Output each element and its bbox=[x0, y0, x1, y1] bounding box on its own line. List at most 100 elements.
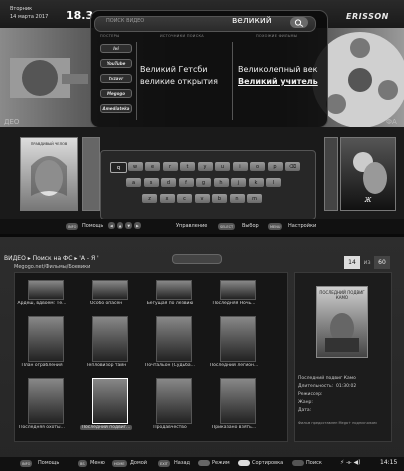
home-button[interactable]: HOME bbox=[112, 460, 127, 467]
video-title: Ардеш, вдвоём: Те... bbox=[17, 301, 67, 306]
video-title: Бегущая по лезвию bbox=[146, 301, 194, 306]
date-display: Вторник 14 марта 2017 bbox=[10, 5, 48, 21]
page-of: из bbox=[363, 259, 371, 266]
poster-partial[interactable] bbox=[324, 137, 338, 211]
video-thumb[interactable] bbox=[28, 280, 64, 300]
key-l[interactable]: l bbox=[266, 178, 281, 187]
video-thumb[interactable] bbox=[28, 378, 64, 424]
page-total: 60 bbox=[374, 256, 390, 269]
sort-button[interactable] bbox=[238, 460, 250, 466]
video-thumb[interactable] bbox=[28, 316, 64, 362]
result-left-1[interactable]: Великий Гетсби bbox=[140, 64, 208, 75]
key-x[interactable]: x bbox=[159, 194, 175, 203]
provider-youtube[interactable]: YouTube bbox=[100, 59, 132, 68]
help-label: Помощь bbox=[38, 460, 60, 466]
provider-note: Фильм предоставлен Mega+ подписчикам bbox=[298, 421, 377, 425]
arrow-down-icon[interactable]: ▼ bbox=[125, 222, 133, 229]
key-c[interactable]: c bbox=[177, 194, 192, 203]
bs-button[interactable]: BS bbox=[78, 460, 87, 467]
film-roll-decoration bbox=[10, 58, 88, 98]
genre-label: Жанр: bbox=[298, 400, 313, 405]
col-header-similar: ПОХОЖИЕ ФИЛЬМЫ bbox=[256, 34, 298, 38]
poster-art: Ж bbox=[353, 152, 387, 204]
result-right-1[interactable]: Великолепный век bbox=[238, 64, 317, 75]
search-input[interactable] bbox=[172, 254, 222, 264]
key-i[interactable]: i bbox=[232, 162, 248, 171]
path-label: Megogo.net/Фильмы/Боевики bbox=[14, 264, 91, 270]
key-k[interactable]: k bbox=[248, 178, 264, 187]
video-thumb[interactable] bbox=[220, 378, 256, 424]
key-u[interactable]: u bbox=[215, 162, 230, 171]
key-t[interactable]: t bbox=[180, 162, 195, 171]
video-thumb-selected[interactable] bbox=[92, 378, 128, 424]
sort-label: Сортировка bbox=[252, 460, 284, 466]
director-label: Режиссер: bbox=[298, 392, 323, 397]
video-title: Почтальон (Судьба... bbox=[145, 363, 195, 368]
key-b[interactable]: b bbox=[212, 194, 227, 203]
settings-label: Настройки bbox=[288, 223, 317, 229]
video-thumb[interactable] bbox=[156, 280, 192, 300]
key-p[interactable]: p bbox=[267, 162, 283, 171]
info-button[interactable]: INFO bbox=[20, 460, 33, 467]
provider-tvzavr[interactable]: tvzavr bbox=[100, 74, 132, 83]
video-thumb[interactable] bbox=[92, 316, 128, 362]
key-e[interactable]: e bbox=[145, 162, 160, 171]
result-right-2-selected[interactable]: Великий учитель bbox=[238, 76, 318, 87]
select-button[interactable]: SELECT bbox=[218, 223, 236, 230]
video-title: План ограбления bbox=[21, 363, 63, 368]
video-thumb[interactable] bbox=[92, 280, 128, 300]
poster-partial[interactable] bbox=[82, 137, 100, 211]
video-title: Продавчество bbox=[153, 425, 187, 430]
key-f[interactable]: f bbox=[178, 178, 194, 187]
nav-arrows[interactable]: ◀ ▲ ▼ ▶ bbox=[108, 222, 141, 229]
mode-button[interactable] bbox=[198, 460, 210, 466]
divider bbox=[232, 42, 233, 120]
status-icons: ⚡ ⟛ ◀) bbox=[340, 459, 360, 467]
video-thumb[interactable] bbox=[156, 316, 192, 362]
search-icon bbox=[294, 18, 304, 27]
search-label: ПОИСК ВИДЕО bbox=[106, 18, 145, 24]
col-header-sources: ИСТОЧНИКИ ПОИСКА bbox=[160, 34, 204, 38]
key-q[interactable]: q bbox=[110, 162, 127, 173]
video-title: Последний подвиг... bbox=[80, 425, 132, 430]
search-button[interactable] bbox=[290, 17, 308, 28]
svg-text:Ж: Ж bbox=[364, 197, 372, 204]
key-g[interactable]: g bbox=[196, 178, 211, 187]
poster-right[interactable]: Ж bbox=[340, 137, 396, 211]
key-a[interactable]: a bbox=[126, 178, 141, 187]
arrow-up-icon[interactable]: ▲ bbox=[116, 222, 124, 229]
info-button[interactable]: INFO bbox=[66, 223, 79, 230]
key-j[interactable]: j bbox=[231, 178, 246, 187]
exit-button[interactable]: EXIT bbox=[158, 460, 170, 467]
key-r[interactable]: r bbox=[162, 162, 178, 171]
result-left-2[interactable]: великие открытия bbox=[140, 76, 218, 87]
key-w[interactable]: w bbox=[127, 162, 143, 171]
key-backspace[interactable]: ⌫ bbox=[285, 162, 300, 171]
provider-ivi[interactable]: Ivi bbox=[100, 44, 132, 53]
key-n[interactable]: n bbox=[229, 194, 245, 203]
nav-label: Управление bbox=[176, 223, 208, 229]
key-z[interactable]: z bbox=[142, 194, 157, 203]
arrow-left-icon[interactable]: ◀ bbox=[108, 222, 115, 229]
key-v[interactable]: v bbox=[194, 194, 210, 203]
key-y[interactable]: y bbox=[197, 162, 213, 171]
provider-amediateka[interactable]: Amediateka bbox=[100, 104, 132, 113]
key-o[interactable]: o bbox=[250, 162, 265, 171]
side-label-right: ФА bbox=[386, 118, 397, 126]
clock: 14:15 bbox=[380, 459, 398, 466]
key-s[interactable]: s bbox=[143, 178, 159, 187]
brand-logo: ERISSON bbox=[346, 12, 389, 21]
provider-megogo[interactable]: Megogo bbox=[100, 89, 132, 98]
video-thumb[interactable] bbox=[156, 378, 192, 424]
key-d[interactable]: d bbox=[161, 178, 176, 187]
menu-button[interactable]: MENU bbox=[268, 223, 283, 230]
arrow-right-icon[interactable]: ▶ bbox=[134, 222, 141, 229]
key-h[interactable]: h bbox=[213, 178, 229, 187]
video-thumb[interactable] bbox=[220, 316, 256, 362]
poster-left[interactable]: ПРАВДИВЫЙ ЧЕЛОВ bbox=[20, 137, 78, 211]
video-title: Последняя охоты... bbox=[19, 425, 65, 430]
search-button[interactable] bbox=[292, 460, 304, 466]
key-m[interactable]: m bbox=[247, 194, 262, 203]
usb-icon: ⟛ bbox=[346, 459, 352, 466]
video-thumb[interactable] bbox=[220, 280, 256, 300]
